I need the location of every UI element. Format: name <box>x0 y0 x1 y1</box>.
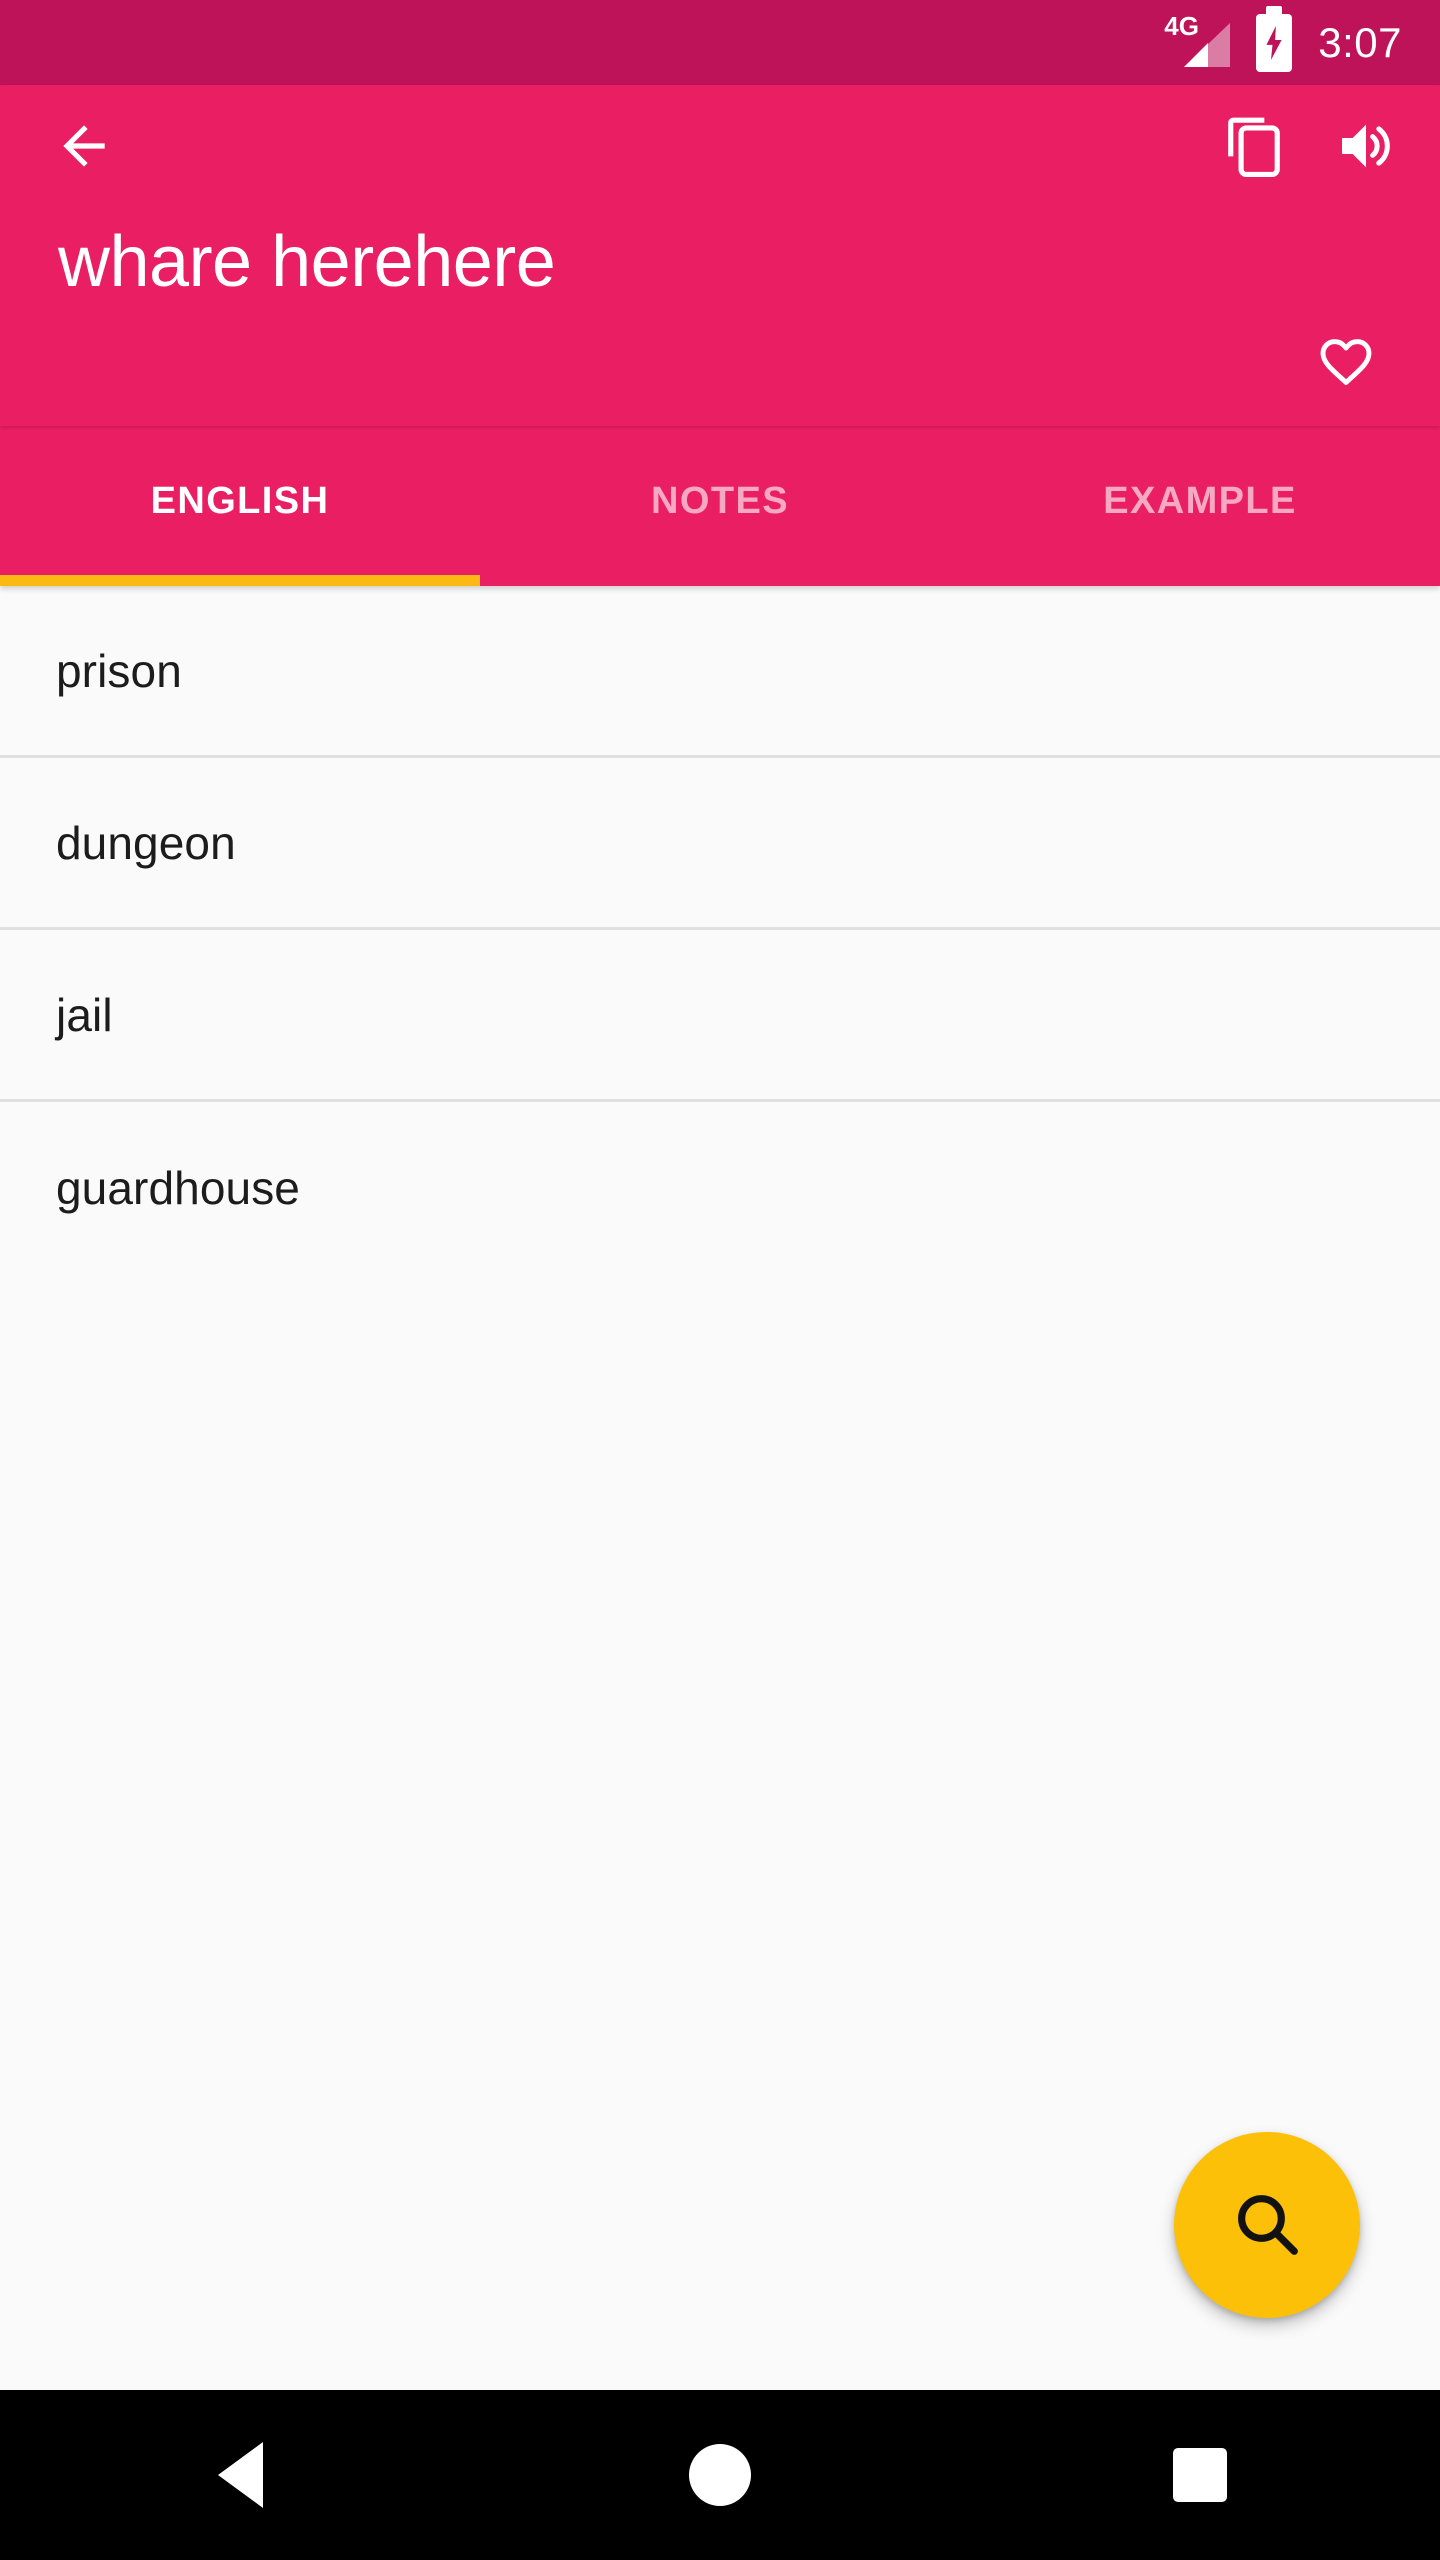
list-item[interactable]: dungeon <box>0 758 1440 930</box>
app-bar-actions <box>1206 100 1414 196</box>
status-bar-icons: 4G 3:07 <box>1160 13 1402 72</box>
list-item-label: dungeon <box>56 816 236 869</box>
nav-recents-icon <box>1173 2448 1227 2502</box>
search-fab[interactable] <box>1174 2132 1360 2318</box>
meaning-list: prison dungeon jail guardhouse <box>0 586 1440 1274</box>
search-icon <box>1228 2185 1306 2266</box>
app-bar: whare herehere <box>0 85 1440 426</box>
app-bar-favorite-row <box>36 298 1404 426</box>
volume-up-icon <box>1334 114 1398 181</box>
content-area: prison dungeon jail guardhouse <box>0 586 1440 2390</box>
pronounce-button[interactable] <box>1318 100 1414 196</box>
nav-home-icon <box>689 2444 751 2506</box>
list-item-label: guardhouse <box>56 1162 300 1214</box>
copy-button[interactable] <box>1206 100 1302 196</box>
list-item[interactable]: jail <box>0 930 1440 1102</box>
phone-screen: 4G 3:07 whare herehere ENGLISH NOTES EXA… <box>0 0 1440 2560</box>
heart-outline-icon <box>1315 330 1377 395</box>
list-item[interactable]: prison <box>0 586 1440 758</box>
list-item[interactable]: guardhouse <box>0 1102 1440 1274</box>
tab-notes[interactable]: NOTES <box>480 426 960 586</box>
nav-back-icon <box>217 2442 263 2508</box>
cellular-signal-icon: 4G <box>1160 13 1231 71</box>
arrow-back-icon <box>53 115 115 180</box>
nav-home-button[interactable] <box>640 2390 800 2560</box>
app-bar-top-row <box>36 85 1404 210</box>
tab-selection-indicator <box>0 575 480 586</box>
page-title: whare herehere <box>58 222 556 298</box>
status-bar: 4G 3:07 <box>0 0 1440 85</box>
signal-bars-filled <box>1184 42 1209 67</box>
battery-charging-icon <box>1256 13 1293 72</box>
nav-back-button[interactable] <box>160 2390 320 2560</box>
status-bar-clock: 3:07 <box>1318 18 1402 66</box>
list-item-label: jail <box>56 988 113 1041</box>
back-button[interactable] <box>36 100 132 196</box>
android-navigation-bar <box>0 2390 1440 2560</box>
content-copy-icon <box>1223 115 1285 180</box>
list-item-label: prison <box>56 644 182 697</box>
battery-bolt-icon <box>1256 14 1292 72</box>
favorite-button[interactable] <box>1298 314 1394 410</box>
tab-example[interactable]: EXAMPLE <box>960 426 1440 586</box>
tab-bar: ENGLISH NOTES EXAMPLE <box>0 426 1440 586</box>
tab-english[interactable]: ENGLISH <box>0 426 480 586</box>
nav-recents-button[interactable] <box>1120 2390 1280 2560</box>
